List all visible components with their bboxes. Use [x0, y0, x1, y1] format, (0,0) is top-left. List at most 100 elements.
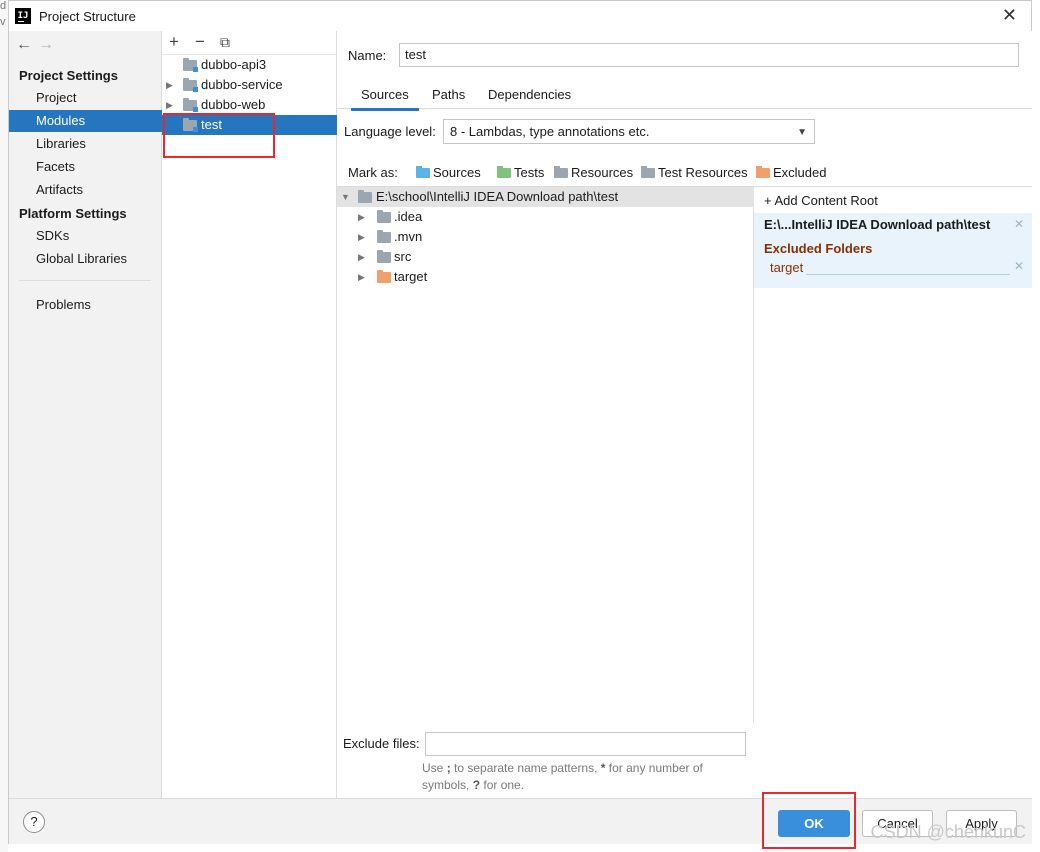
module-row[interactable]: ▶ dubbo-web	[162, 95, 337, 115]
folder-icon	[358, 190, 372, 203]
tree-row[interactable]: ▶ target	[337, 267, 754, 287]
background-text: d	[0, 0, 7, 12]
hint-text: to separate name patterns,	[450, 761, 601, 775]
tree-label: .mvn	[394, 229, 423, 244]
sidebar-item-libraries[interactable]: Libraries	[9, 133, 162, 155]
nav-arrows: ← →	[16, 36, 60, 54]
module-name-input[interactable]: test	[399, 43, 1019, 67]
tree-label: src	[394, 249, 412, 264]
module-row[interactable]: dubbo-api3	[162, 55, 337, 75]
window-title: Project Structure	[39, 9, 136, 24]
sidebar-item-artifacts[interactable]: Artifacts	[9, 179, 162, 201]
language-level-label: Language level:	[344, 124, 436, 139]
tree-root-row[interactable]: ▼ E:\school\IntelliJ IDEA Download path\…	[337, 187, 754, 207]
sources-folder-icon	[416, 166, 430, 178]
module-list-panel: + − ⧉ dubbo-api3 ▶ dubbo-service ▶ dubbo…	[162, 31, 337, 798]
excluded-folder-icon	[756, 166, 770, 178]
folder-icon	[377, 250, 391, 263]
module-label: dubbo-api3	[201, 57, 267, 72]
excluded-item-underline	[806, 274, 1010, 275]
background-page-edge: d v	[0, 0, 8, 852]
close-icon[interactable]: ✕	[1002, 6, 1017, 24]
highlight-box	[163, 113, 275, 158]
excluded-folder-item[interactable]: target	[770, 260, 803, 275]
expand-arrow-icon[interactable]: ▶	[358, 247, 365, 267]
tab-dependencies[interactable]: Dependencies	[488, 87, 571, 102]
test-resources-folder-icon	[641, 166, 655, 178]
sidebar-item-problems[interactable]: Problems	[9, 294, 162, 316]
language-level-select[interactable]: 8 - Lambdas, type annotations etc. ▼	[443, 119, 815, 144]
module-toolbar: + − ⧉	[162, 31, 336, 55]
mark-as-resources[interactable]: Resources	[554, 165, 634, 180]
tests-folder-icon	[497, 166, 511, 178]
hint-text: Use	[422, 761, 447, 775]
hint-symbol: ?	[472, 778, 481, 792]
content-root-path: E:\...IntelliJ IDEA Download path\test	[764, 217, 991, 232]
expand-arrow-icon[interactable]: ▶	[166, 75, 173, 95]
mark-label: Excluded	[773, 165, 827, 180]
help-button[interactable]: ?	[23, 811, 45, 833]
section-heading-project-settings: Project Settings	[19, 68, 118, 83]
project-structure-dialog: IJ Project Structure ✕ ← → Project Settin…	[8, 0, 1032, 849]
module-folder-icon	[183, 98, 198, 112]
copy-icon[interactable]: ⧉	[220, 34, 230, 51]
language-level-value: 8 - Lambdas, type annotations etc.	[450, 124, 650, 139]
expand-arrow-icon[interactable]: ▶	[358, 207, 365, 227]
add-content-root-button[interactable]: + Add Content Root	[764, 193, 878, 208]
mark-as-label: Mark as:	[348, 165, 398, 180]
collapse-arrow-icon[interactable]: ▼	[341, 187, 350, 207]
dropdown-caret-icon: ▼	[797, 127, 807, 138]
mark-label: Sources	[433, 165, 481, 180]
expand-arrow-icon[interactable]: ▶	[358, 267, 365, 287]
folder-icon	[377, 230, 391, 243]
hint-text: for one.	[480, 778, 525, 792]
exclude-files-hint: Use ; to separate name patterns, * for a…	[422, 760, 742, 794]
intellij-app-icon: IJ	[15, 8, 31, 24]
section-heading-platform-settings: Platform Settings	[19, 206, 127, 221]
title-bar: IJ Project Structure ✕	[9, 1, 1031, 31]
mark-label: Test Resources	[658, 165, 748, 180]
excluded-folders-title: Excluded Folders	[764, 241, 873, 256]
back-arrow-icon[interactable]: ←	[16, 36, 38, 54]
forward-arrow-icon[interactable]: →	[38, 36, 60, 54]
remove-excluded-icon[interactable]: ✕	[1014, 259, 1024, 273]
settings-sidebar: ← → Project Settings Project Modules Libr…	[9, 31, 162, 798]
module-label: dubbo-service	[201, 77, 283, 92]
sidebar-item-sdks[interactable]: SDKs	[9, 225, 162, 247]
module-folder-icon	[183, 58, 198, 72]
excluded-folder-icon	[377, 270, 391, 283]
module-folder-icon	[183, 78, 198, 92]
tree-row[interactable]: ▶ src	[337, 247, 754, 267]
remove-content-root-icon[interactable]: ✕	[1014, 217, 1024, 231]
content-root-tree: ▼ E:\school\IntelliJ IDEA Download path\…	[337, 186, 754, 723]
mark-as-excluded[interactable]: Excluded	[756, 165, 827, 180]
tab-paths[interactable]: Paths	[432, 87, 465, 102]
settings-tabs: Sources Paths Dependencies	[337, 81, 1032, 111]
sidebar-divider	[19, 280, 151, 281]
expand-arrow-icon[interactable]: ▶	[166, 95, 173, 115]
module-row[interactable]: ▶ dubbo-service	[162, 75, 337, 95]
mark-as-tests[interactable]: Tests	[497, 165, 544, 180]
content-root-box: E:\...IntelliJ IDEA Download path\test ✕…	[754, 213, 1032, 288]
mark-as-sources[interactable]: Sources	[416, 165, 481, 180]
mark-label: Resources	[571, 165, 634, 180]
remove-icon[interactable]: −	[195, 32, 205, 52]
tree-label: .idea	[394, 209, 423, 224]
tree-label: target	[394, 269, 428, 284]
expand-arrow-icon[interactable]: ▶	[358, 227, 365, 247]
module-settings-panel: Name: test Sources Paths Dependencies La…	[337, 31, 1032, 798]
tree-row[interactable]: ▶ .idea	[337, 207, 754, 227]
mark-as-test-resources[interactable]: Test Resources	[641, 165, 748, 180]
highlight-box	[762, 792, 856, 849]
exclude-files-input[interactable]	[425, 732, 746, 756]
exclude-files-label: Exclude files:	[343, 736, 420, 751]
sidebar-item-global-libraries[interactable]: Global Libraries	[9, 248, 162, 270]
tab-sources[interactable]: Sources	[351, 87, 419, 111]
tree-row[interactable]: ▶ .mvn	[337, 227, 754, 247]
sidebar-item-project[interactable]: Project	[9, 87, 162, 109]
sidebar-item-facets[interactable]: Facets	[9, 156, 162, 178]
background-text: v	[0, 16, 6, 28]
add-icon[interactable]: +	[169, 32, 179, 52]
content-root-panel: + Add Content Root E:\...IntelliJ IDEA D…	[754, 186, 1032, 798]
sidebar-item-modules[interactable]: Modules	[9, 110, 162, 132]
